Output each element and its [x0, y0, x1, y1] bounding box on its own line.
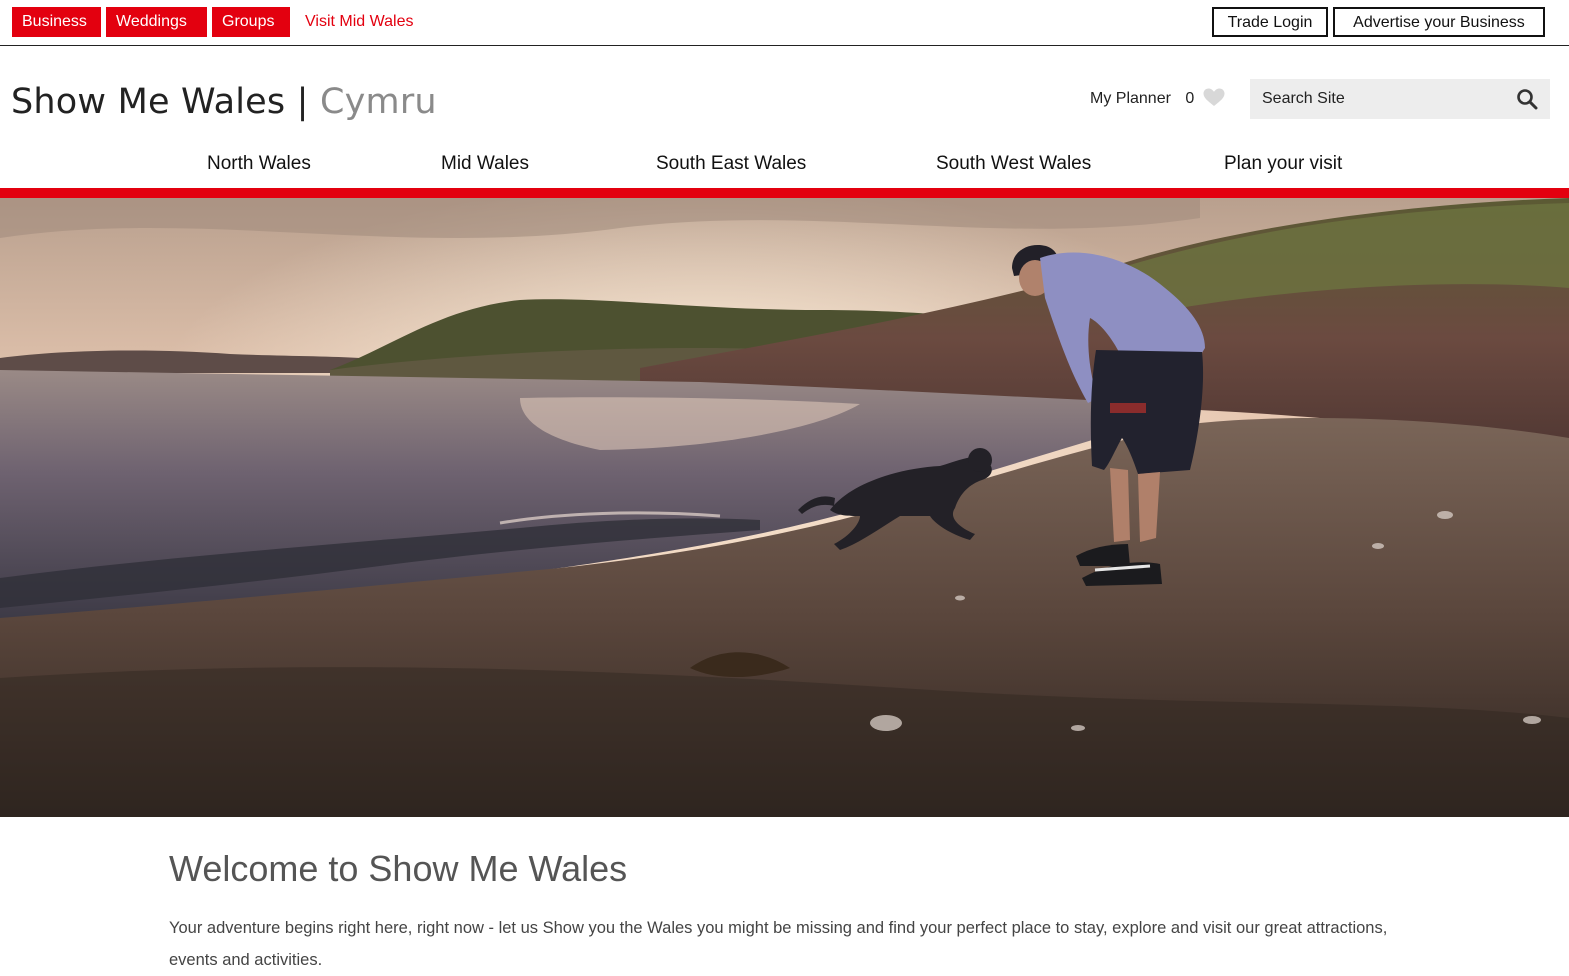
nav-south-east-wales[interactable]: South East Wales — [656, 151, 806, 177]
planner-label: My Planner — [1090, 90, 1171, 107]
beach-dog-scene — [0, 198, 1569, 817]
nav-north-wales[interactable]: North Wales — [207, 151, 311, 177]
nav-red-divider — [0, 188, 1569, 198]
logo-separator: | — [296, 82, 309, 122]
nav-mid-wales[interactable]: Mid Wales — [441, 151, 529, 177]
logo-main-text: Show Me Wales — [11, 82, 286, 122]
search-input[interactable] — [1250, 79, 1500, 119]
trade-login-button[interactable]: Trade Login — [1212, 7, 1328, 37]
heart-icon — [1203, 88, 1225, 114]
top-utility-bar: Business Weddings Groups Visit Mid Wales… — [0, 0, 1569, 46]
nav-plan-your-visit[interactable]: Plan your visit — [1224, 151, 1342, 177]
advertise-business-button[interactable]: Advertise your Business — [1333, 7, 1545, 37]
planner-count: 0 — [1185, 90, 1195, 107]
welcome-paragraph: Your adventure begins right here, right … — [169, 919, 1388, 969]
hero-image — [0, 198, 1569, 817]
search-icon[interactable] — [1516, 88, 1538, 115]
groups-tag-link[interactable]: Groups — [212, 7, 290, 37]
weddings-tag-link[interactable]: Weddings — [106, 7, 207, 37]
business-tag-link[interactable]: Business — [12, 7, 101, 37]
welcome-heading: Welcome to Show Me Wales — [169, 848, 628, 889]
search-box — [1250, 79, 1550, 119]
my-planner-link[interactable]: My Planner 0 — [1090, 88, 1225, 110]
visit-mid-wales-link[interactable]: Visit Mid Wales — [305, 7, 413, 37]
logo-suffix-text: Cymru — [320, 82, 437, 122]
site-logo[interactable]: Show Me Wales | Cymru — [11, 80, 437, 124]
nav-south-west-wales[interactable]: South West Wales — [936, 151, 1091, 177]
